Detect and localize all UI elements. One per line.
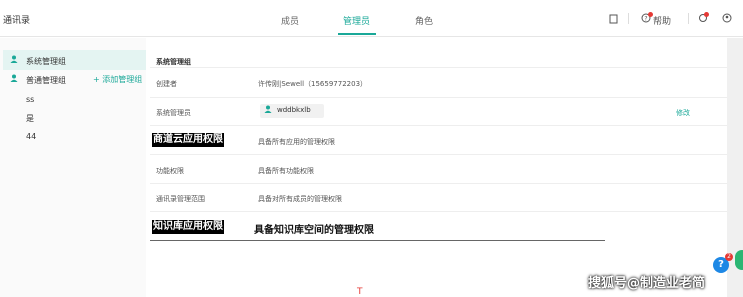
user-icon	[10, 55, 18, 65]
floating-side-widget[interactable]	[735, 250, 743, 270]
divider	[150, 154, 727, 155]
permission-name-function: 功能权限	[156, 167, 184, 175]
tab-members[interactable]: 成员	[281, 14, 299, 27]
active-tab-indicator	[338, 33, 376, 35]
divider	[150, 97, 727, 98]
help-badge: 2	[725, 253, 733, 261]
add-admin-group-button[interactable]: + 添加管理组	[93, 74, 142, 85]
tab-admins[interactable]: 管理员	[343, 14, 370, 27]
top-bar: 通讯录 成员 管理员 角色 ? 帮助	[0, 0, 743, 37]
bookmark-icon[interactable]	[609, 14, 618, 27]
permission-name-contacts: 通讯录管理范围	[156, 195, 205, 203]
admin-chip[interactable]: wddbkxlb	[260, 104, 324, 118]
user-avatar-icon[interactable]	[722, 13, 732, 26]
tab-roles[interactable]: 角色	[415, 14, 433, 27]
sidebar-item-system-admin-group[interactable]: 系统管理组	[26, 56, 66, 67]
section-title: 系统管理组	[156, 58, 191, 66]
permission-desc-app: 具备所有应用的管理权限	[258, 138, 335, 146]
sidebar-subitem-shi[interactable]: 是	[26, 113, 34, 124]
user-icon	[264, 105, 272, 115]
user-icon	[10, 74, 18, 84]
permission-desc-knowledge: 具备知识库空间的管理权限	[254, 225, 374, 236]
admin-name: wddbkxlb	[277, 106, 311, 114]
watermark: 搜狐号@制造业老简	[588, 276, 706, 291]
sidebar-subitem-44[interactable]: 44	[26, 132, 36, 141]
app-title: 通讯录	[3, 16, 31, 26]
svg-text:?: ?	[644, 16, 647, 23]
modify-link[interactable]: 修改	[676, 108, 690, 118]
chat-notification-dot	[704, 12, 709, 17]
divider	[150, 240, 605, 241]
permission-name-knowledge: 知识库应用权限	[152, 220, 224, 234]
header-divider	[688, 13, 689, 24]
divider	[150, 125, 727, 126]
help-link[interactable]: 帮助	[653, 14, 671, 27]
permission-desc-function: 具备所有功能权限	[258, 167, 314, 175]
sidebar-item-normal-admin-group[interactable]: 普通管理组	[26, 75, 66, 86]
header-divider	[628, 13, 629, 24]
permission-name-app: 商道云应用权限	[152, 133, 224, 147]
permission-desc-contacts: 具备对所有成员的管理权限	[258, 195, 342, 203]
divider	[150, 211, 727, 212]
text-cursor-icon: T	[357, 287, 363, 297]
system-admin-label: 系统管理员	[156, 109, 191, 117]
creator-label: 创建者	[156, 80, 177, 88]
divider	[150, 67, 727, 68]
sidebar-active-highlight	[3, 50, 146, 70]
sidebar-subitem-ss[interactable]: ss	[26, 95, 34, 104]
creator-value: 许传刚|Sewell（15659772203）	[258, 80, 368, 88]
divider	[150, 183, 727, 184]
